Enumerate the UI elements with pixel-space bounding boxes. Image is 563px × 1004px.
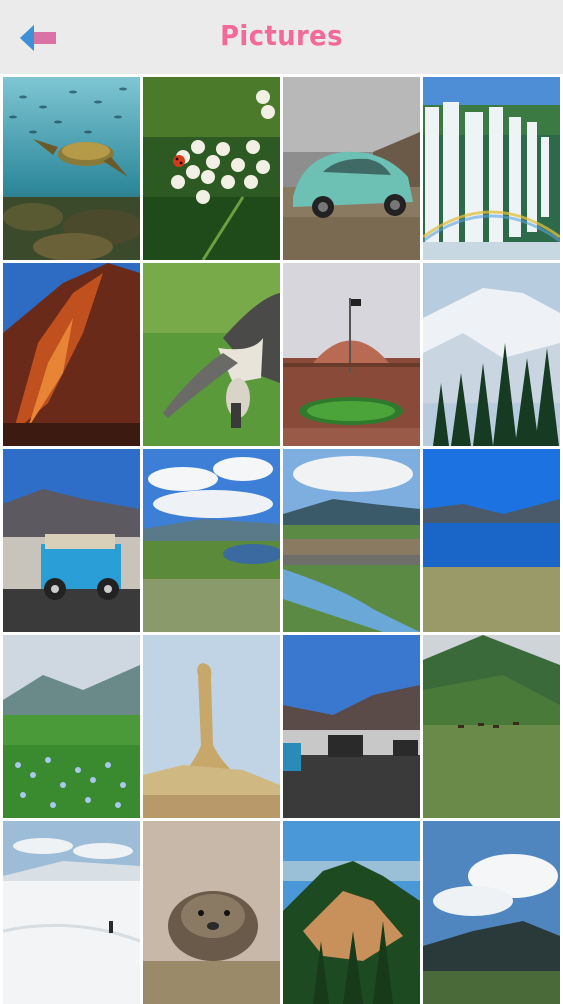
photo-red-rock-cliff[interactable] <box>3 263 140 446</box>
photo-rock-pillar[interactable] <box>143 635 280 818</box>
top-bar: Pictures <box>0 0 563 74</box>
photo-vintage-beetle-car[interactable] <box>283 77 420 260</box>
photo-cloudy-mountains[interactable] <box>423 821 560 1004</box>
photo-river-plateau[interactable] <box>283 449 420 632</box>
photo-sea-turtle[interactable] <box>3 77 140 260</box>
page-title: Pictures <box>220 19 343 52</box>
photo-monument-flag[interactable] <box>283 263 420 446</box>
photo-white-flowers-ladybug[interactable] <box>143 77 280 260</box>
photo-jeeps-road[interactable] <box>283 635 420 818</box>
photo-marmot[interactable] <box>143 821 280 1004</box>
photo-anteater[interactable] <box>143 263 280 446</box>
photo-jeep-mountains[interactable] <box>3 449 140 632</box>
photo-snow-field-person[interactable] <box>3 821 140 1004</box>
photo-grassland-hills[interactable] <box>423 635 560 818</box>
photo-waterfall-rainbow[interactable] <box>423 77 560 260</box>
photo-green-valley-lake[interactable] <box>143 449 280 632</box>
photo-snowy-mountain-forest[interactable] <box>423 263 560 446</box>
photo-blue-flower-meadow[interactable] <box>3 635 140 818</box>
photo-grid <box>0 74 563 1004</box>
photo-blue-lake[interactable] <box>423 449 560 632</box>
photo-forest-hill[interactable] <box>283 821 420 1004</box>
